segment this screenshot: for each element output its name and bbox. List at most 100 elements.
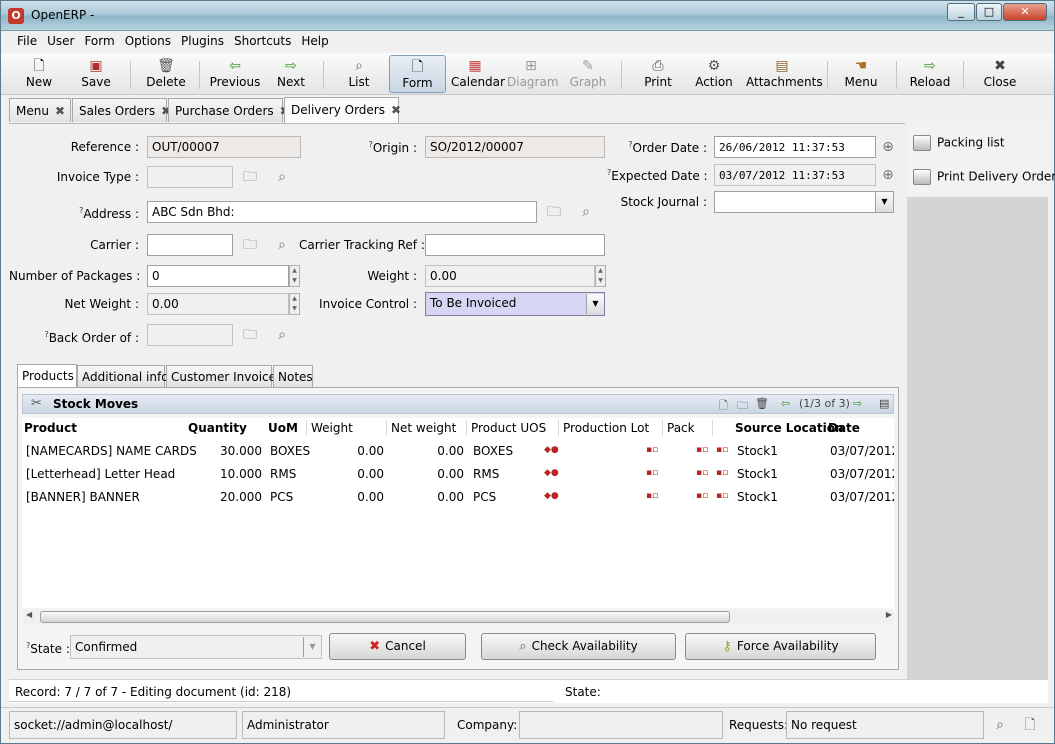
row-quantity[interactable]: 30.000: [188, 444, 262, 458]
row-product[interactable]: [BANNER] BANNER: [26, 490, 140, 504]
action-button[interactable]: ⚙ Action: [693, 55, 735, 93]
force-availability-button[interactable]: ⚷ Force Availability: [685, 633, 876, 660]
weight-field[interactable]: 0.00: [425, 265, 595, 287]
row-product-uos[interactable]: BOXES: [473, 444, 513, 458]
row-date[interactable]: 03/07/2012 0: [830, 490, 894, 504]
trash-icon[interactable]: 🗑: [755, 397, 769, 410]
search-icon[interactable]: ⌕: [273, 326, 291, 344]
tab-sales-orders[interactable]: Sales Orders ✖: [72, 98, 171, 122]
packing-list-link[interactable]: Packing list: [913, 135, 1005, 151]
menu-file[interactable]: File: [12, 31, 42, 48]
back-order-field[interactable]: [147, 324, 233, 346]
zoom-icon[interactable]: ⊕: [879, 166, 897, 184]
col-product-uos[interactable]: Product UOS: [471, 421, 546, 435]
order-date-field[interactable]: 26/06/2012 11:37:53: [714, 136, 876, 158]
address-field[interactable]: ABC Sdn Bhd:: [147, 201, 537, 223]
row-source-location[interactable]: Stock1: [737, 467, 778, 481]
col-net-weight[interactable]: Net weight: [391, 421, 456, 435]
list-view-button[interactable]: ⌕ List: [339, 55, 379, 93]
chevron-down-icon[interactable]: ▼: [303, 637, 321, 657]
col-quantity[interactable]: Quantity: [188, 421, 247, 435]
search-icon[interactable]: ⌕: [577, 203, 595, 221]
row-weight[interactable]: 0.00: [312, 467, 384, 481]
menu-user[interactable]: User: [42, 31, 79, 48]
search-icon[interactable]: ⌕: [273, 236, 291, 254]
print-delivery-order-link[interactable]: Print Delivery Order: [913, 169, 1055, 185]
previous-button[interactable]: ⇦ Previous: [209, 55, 261, 93]
uos-action-icon[interactable]: ◆●: [544, 491, 559, 501]
state-field[interactable]: Confirmed ▼: [70, 635, 322, 659]
menu-form[interactable]: Form: [79, 31, 119, 48]
next-record-icon[interactable]: ⇨: [853, 397, 862, 410]
close-tab-icon[interactable]: ✖: [55, 104, 65, 118]
row-date[interactable]: 03/07/2012 0: [830, 444, 894, 458]
folder-icon[interactable]: 🗀: [241, 326, 259, 344]
save-button[interactable]: ▣ Save: [75, 55, 117, 93]
col-uom[interactable]: UoM: [268, 421, 298, 435]
tab-delivery-orders[interactable]: Delivery Orders ✖: [284, 97, 401, 123]
uos-action-icon[interactable]: ◆●: [544, 468, 559, 478]
reload-button[interactable]: ⇨ Reload: [909, 55, 951, 93]
menu-help[interactable]: Help: [296, 31, 333, 48]
location-action-icon[interactable]: ▪▫: [716, 491, 728, 501]
row-source-location[interactable]: Stock1: [737, 444, 778, 458]
pack-action-icon[interactable]: ▪▫: [696, 468, 708, 478]
net-weight-field[interactable]: 0.00: [147, 293, 289, 315]
pack-action-icon[interactable]: ▪▫: [696, 491, 708, 501]
tab-menu[interactable]: Menu ✖: [9, 98, 71, 122]
row-net-weight[interactable]: 0.00: [392, 467, 464, 481]
zoom-icon[interactable]: ⊕: [879, 138, 897, 156]
row-net-weight[interactable]: 0.00: [392, 490, 464, 504]
uos-action-icon[interactable]: ◆●: [544, 445, 559, 455]
stock-journal-select[interactable]: ▼: [714, 191, 894, 213]
location-action-icon[interactable]: ▪▫: [716, 445, 728, 455]
new-request-icon[interactable]: 🗋: [1021, 716, 1039, 734]
close-tab-icon[interactable]: ✖: [391, 103, 401, 117]
row-uom[interactable]: PCS: [270, 490, 293, 504]
row-source-location[interactable]: Stock1: [737, 490, 778, 504]
company-field[interactable]: [519, 711, 723, 739]
menu-plugins[interactable]: Plugins: [176, 31, 229, 48]
row-net-weight[interactable]: 0.00: [392, 444, 464, 458]
carrier-field[interactable]: [147, 234, 233, 256]
row-weight[interactable]: 0.00: [312, 490, 384, 504]
chevron-down-icon[interactable]: ▼: [586, 294, 604, 314]
maximize-button[interactable]: □: [976, 3, 1002, 21]
menu-shortcuts[interactable]: Shortcuts: [229, 31, 296, 48]
row-quantity[interactable]: 20.000: [188, 490, 262, 504]
col-pack[interactable]: Pack: [667, 421, 695, 435]
scroll-left-icon[interactable]: ◀: [26, 610, 32, 619]
col-date[interactable]: Date: [828, 421, 860, 435]
col-weight[interactable]: Weight: [311, 421, 353, 435]
new-line-icon[interactable]: 🗋: [719, 397, 728, 416]
col-production-lot[interactable]: Production Lot: [563, 421, 649, 435]
previous-record-icon[interactable]: ⇦: [781, 397, 790, 410]
folder-icon[interactable]: 🗀: [545, 203, 563, 221]
cancel-button[interactable]: ✖ Cancel: [329, 633, 466, 660]
switch-view-icon[interactable]: ▤: [879, 397, 889, 410]
row-product[interactable]: [Letterhead] Letter Head: [26, 467, 175, 481]
invoice-control-select[interactable]: To Be Invoiced ▼: [425, 292, 605, 316]
invoice-type-field[interactable]: [147, 166, 233, 188]
tab-customer-invoices[interactable]: Customer Invoices: [166, 365, 282, 387]
row-uom[interactable]: BOXES: [270, 444, 310, 458]
weight-spinner[interactable]: ▲ ▼: [595, 265, 606, 287]
check-availability-button[interactable]: ⌕ Check Availability: [481, 633, 676, 660]
folder-icon[interactable]: 🗀: [737, 397, 748, 416]
attachments-button[interactable]: ▤ Attachments: [746, 55, 823, 93]
row-weight[interactable]: 0.00: [312, 444, 384, 458]
menu-button[interactable]: ☚ Menu: [841, 55, 881, 93]
row-product[interactable]: [NAMECARDS] NAME CARDS: [26, 444, 197, 458]
horizontal-scrollbar[interactable]: ◀ ▶: [24, 610, 894, 624]
graph-view-button[interactable]: ✎ Graph: [569, 55, 607, 93]
row-quantity[interactable]: 10.000: [188, 467, 262, 481]
expected-date-field[interactable]: 03/07/2012 11:37:53: [714, 164, 876, 186]
minimize-button[interactable]: _: [947, 3, 975, 21]
tab-additional-info[interactable]: Additional info: [77, 365, 169, 387]
print-button[interactable]: ⎙ Print: [639, 55, 677, 93]
location-action-icon[interactable]: ▪▫: [716, 468, 728, 478]
form-view-button[interactable]: 🗋 Form: [389, 55, 446, 93]
tab-purchase-orders[interactable]: Purchase Orders✖: [168, 98, 290, 122]
origin-field[interactable]: SO/2012/00007: [425, 136, 605, 158]
next-button[interactable]: ⇨ Next: [273, 55, 309, 93]
